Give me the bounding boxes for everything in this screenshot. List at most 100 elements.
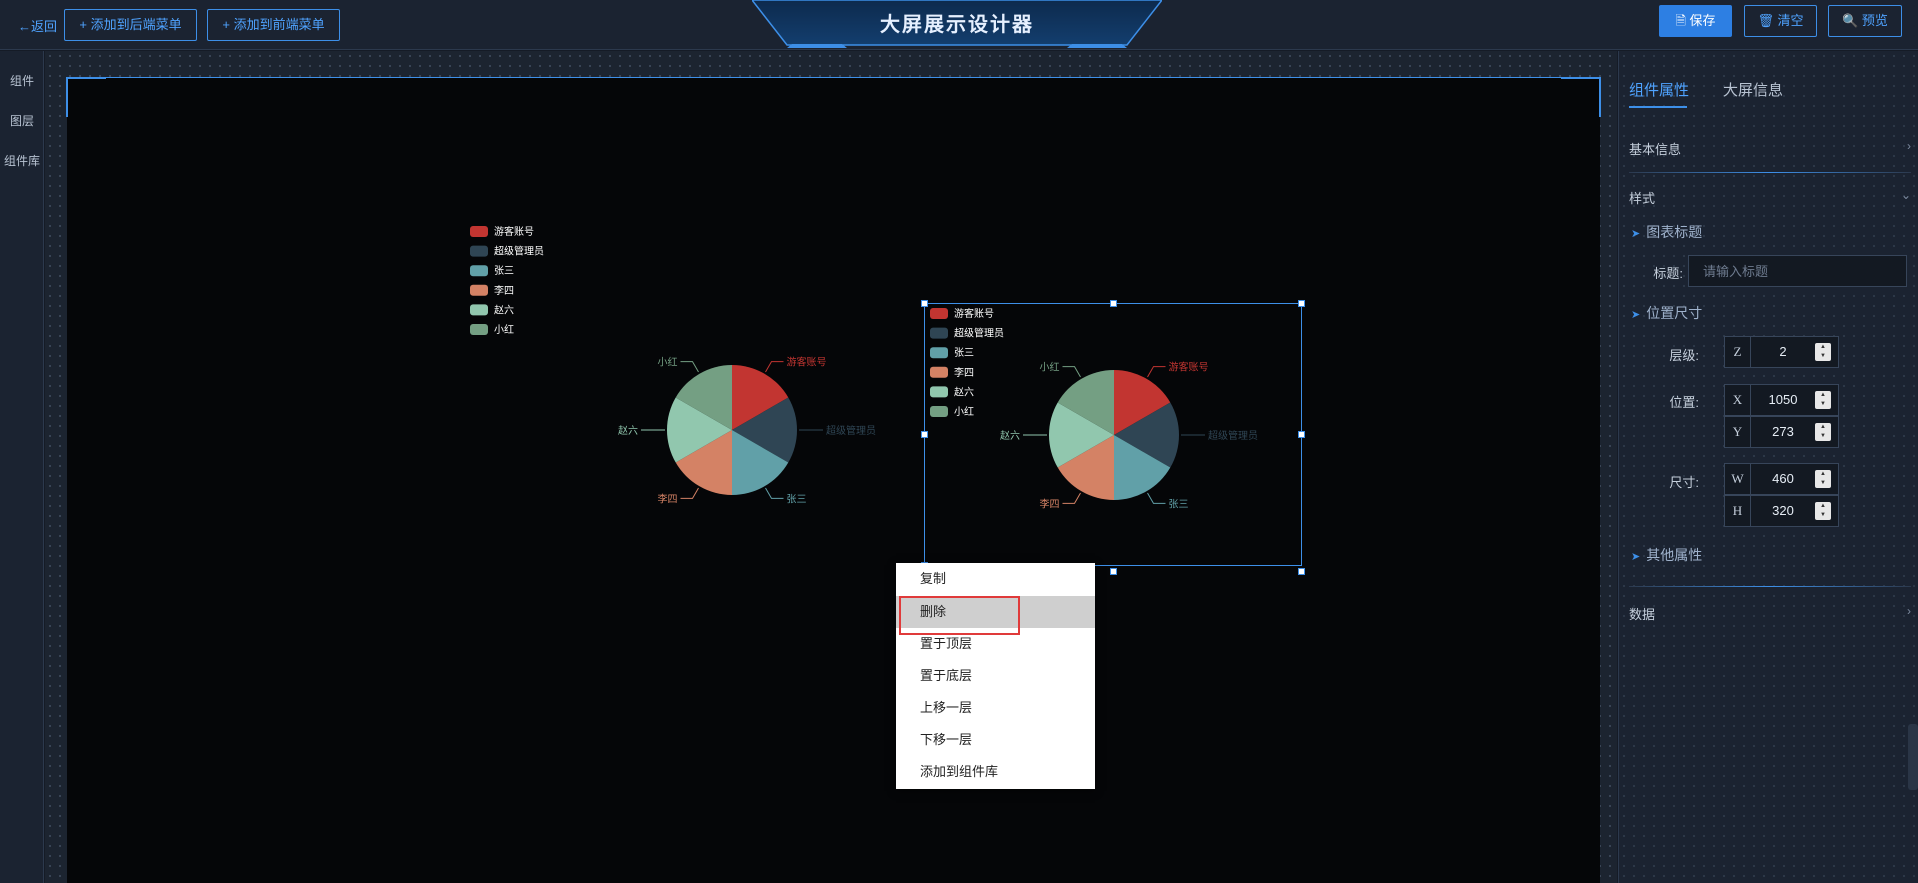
- legend-swatch: [470, 245, 488, 257]
- label-line: [1147, 366, 1166, 378]
- subsection-other-props-label: 其他属性: [1646, 547, 1703, 563]
- label-line: [680, 487, 699, 499]
- chevron-down-icon: ⌄: [1900, 188, 1911, 202]
- properties-panel: 组件属性 大屏信息 基本信息 › 样式 ⌄ ➤ 图表标题 标题: ➤ 位置尺寸 层级…: [1618, 51, 1918, 883]
- legend-label: 游客账号: [494, 225, 534, 238]
- stepper-up-icon[interactable]: ▲: [1815, 343, 1831, 352]
- chevron-right-icon: ›: [1907, 604, 1911, 618]
- resize-handle-e[interactable]: [1298, 431, 1305, 438]
- pie-chart-1: 游客账号超级管理员张三李四赵六小红游客账号超级管理员张三李四赵六小红: [470, 225, 876, 505]
- z-index-input[interactable]: Z 2 ▲ ▼: [1724, 336, 1839, 368]
- slice-label: 小红: [1040, 361, 1060, 374]
- chevron-right-icon: ›: [1907, 139, 1911, 153]
- preview-button[interactable]: 🔍 预览: [1828, 5, 1902, 37]
- stepper-down-icon[interactable]: ▼: [1815, 432, 1831, 441]
- subsection-chart-title-label: 图表标题: [1646, 224, 1703, 240]
- sidebar-item-components[interactable]: 组件: [0, 72, 44, 89]
- label-line: [1147, 492, 1166, 504]
- tab-screen-info[interactable]: 大屏信息: [1723, 79, 1783, 100]
- h-value: 320: [1772, 503, 1794, 518]
- arrow-right-icon: ➤: [1631, 228, 1641, 240]
- legend-swatch: [930, 308, 948, 319]
- clear-button[interactable]: 🗑 清空: [1744, 5, 1817, 37]
- section-basic-info[interactable]: 基本信息 ›: [1629, 139, 1911, 158]
- stepper-up-icon[interactable]: ▲: [1815, 423, 1831, 432]
- stepper-down-icon[interactable]: ▼: [1815, 511, 1831, 520]
- x-value: 1050: [1768, 392, 1798, 407]
- z-prefix: Z: [1725, 337, 1751, 367]
- label-line: [1062, 492, 1081, 504]
- subsection-position-size-label: 位置尺寸: [1646, 305, 1703, 321]
- legend-label: 超级管理员: [954, 327, 1004, 340]
- pie-chart-2: 游客账号超级管理员张三李四赵六小红游客账号超级管理员张三李四赵六小红: [930, 307, 1258, 510]
- sidebar-item-component-library[interactable]: 组件库: [0, 152, 44, 169]
- left-sidebar: 组件 图层 组件库: [0, 51, 44, 883]
- x-prefix: X: [1725, 385, 1751, 415]
- x-stepper[interactable]: ▲ ▼: [1815, 391, 1831, 409]
- save-button[interactable]: 🗎 保存: [1659, 5, 1732, 37]
- resize-handle-ne[interactable]: [1298, 300, 1305, 307]
- x-input[interactable]: X 1050 ▲ ▼: [1724, 384, 1839, 416]
- layer-label: 层级:: [1669, 348, 1699, 363]
- menu-item-add-to-library[interactable]: 添加到组件库: [896, 756, 1095, 788]
- title-field-label: 标题:: [1653, 266, 1683, 281]
- resize-handle-nw[interactable]: [921, 300, 928, 307]
- scrollbar[interactable]: [1908, 724, 1918, 790]
- page-title: 大屏展示设计器: [880, 14, 1034, 36]
- resize-handle-s[interactable]: [1110, 568, 1117, 575]
- legend-label: 游客账号: [954, 307, 994, 320]
- stepper-down-icon[interactable]: ▼: [1815, 352, 1831, 361]
- legend-swatch: [470, 226, 488, 237]
- subsection-chart-title[interactable]: ➤ 图表标题: [1631, 222, 1702, 242]
- section-data[interactable]: 数据 ›: [1629, 604, 1911, 623]
- h-prefix: H: [1725, 496, 1751, 526]
- tab-component-properties[interactable]: 组件属性: [1629, 79, 1689, 100]
- resize-handle-se[interactable]: [1298, 568, 1305, 575]
- add-to-backend-menu-button[interactable]: + 添加到后端菜单: [64, 9, 197, 41]
- menu-item-send-to-back[interactable]: 置于底层: [896, 660, 1095, 692]
- selected-pie-chart-component[interactable]: 游客账号 超级管理员 张三 李四 赵六 小红 游客账号 超级管理员 张三 李四 赵六 小红: [921, 300, 1305, 575]
- stepper-up-icon[interactable]: ▲: [1815, 502, 1831, 511]
- resize-handle-n[interactable]: [1110, 300, 1117, 307]
- legend-swatch: [470, 265, 488, 277]
- w-stepper[interactable]: ▲ ▼: [1815, 470, 1831, 488]
- stepper-up-icon[interactable]: ▲: [1815, 391, 1831, 400]
- legend-swatch: [930, 406, 948, 417]
- y-input[interactable]: Y 273 ▲ ▼: [1724, 416, 1839, 448]
- sidebar-item-layers[interactable]: 图层: [0, 112, 44, 129]
- height-input[interactable]: H 320 ▲ ▼: [1724, 495, 1839, 527]
- section-style[interactable]: 样式 ⌄: [1629, 188, 1911, 207]
- slice-label: 张三: [787, 493, 807, 505]
- stepper-down-icon[interactable]: ▼: [1815, 400, 1831, 409]
- back-button[interactable]: ←返回: [18, 16, 57, 35]
- z-stepper[interactable]: ▲ ▼: [1815, 343, 1831, 361]
- label-line: [765, 487, 784, 499]
- highlight-box: [899, 596, 1020, 635]
- design-canvas[interactable]: 游客账号 超级管理员 张三 李四 赵六 小红 游客账号 超级管理员 张三 李四 赵六 小红 游客账号超…: [66, 77, 1601, 883]
- title-input[interactable]: [1688, 255, 1907, 287]
- stepper-up-icon[interactable]: ▲: [1815, 470, 1831, 479]
- add-to-frontend-menu-button[interactable]: + 添加到前端菜单: [207, 9, 340, 41]
- menu-item-move-up[interactable]: 上移一层: [896, 692, 1095, 724]
- position-label: 位置:: [1669, 395, 1699, 410]
- legend-label: 张三: [954, 347, 974, 359]
- menu-item-move-down[interactable]: 下移一层: [896, 724, 1095, 756]
- arrow-right-icon: ➤: [1631, 551, 1641, 563]
- legend-swatch: [470, 284, 488, 296]
- stepper-down-icon[interactable]: ▼: [1815, 479, 1831, 488]
- subsection-position-size[interactable]: ➤ 位置尺寸: [1631, 303, 1702, 323]
- resize-handle-w[interactable]: [921, 431, 928, 438]
- menu-item-copy[interactable]: 复制: [896, 563, 1095, 595]
- h-stepper[interactable]: ▲ ▼: [1815, 502, 1831, 520]
- top-bar: ←返回 + 添加到后端菜单 + 添加到前端菜单 大屏展示设计器 🗎 保存 🗑 清…: [0, 0, 1918, 50]
- label-line: [680, 361, 699, 373]
- slice-label: 游客账号: [787, 356, 827, 369]
- width-input[interactable]: W 460 ▲ ▼: [1724, 463, 1839, 495]
- legend-swatch: [930, 386, 948, 398]
- legend-label: 张三: [494, 265, 514, 277]
- active-tab-indicator: [1629, 106, 1687, 108]
- pie-chart-component[interactable]: 游客账号 超级管理员 张三 李四 赵六 小红 游客账号 超级管理员 张三 李四 赵六 小红: [467, 218, 887, 518]
- subsection-other-props[interactable]: ➤ 其他属性: [1631, 545, 1702, 565]
- y-stepper[interactable]: ▲ ▼: [1815, 423, 1831, 441]
- slice-label: 赵六: [1000, 429, 1020, 442]
